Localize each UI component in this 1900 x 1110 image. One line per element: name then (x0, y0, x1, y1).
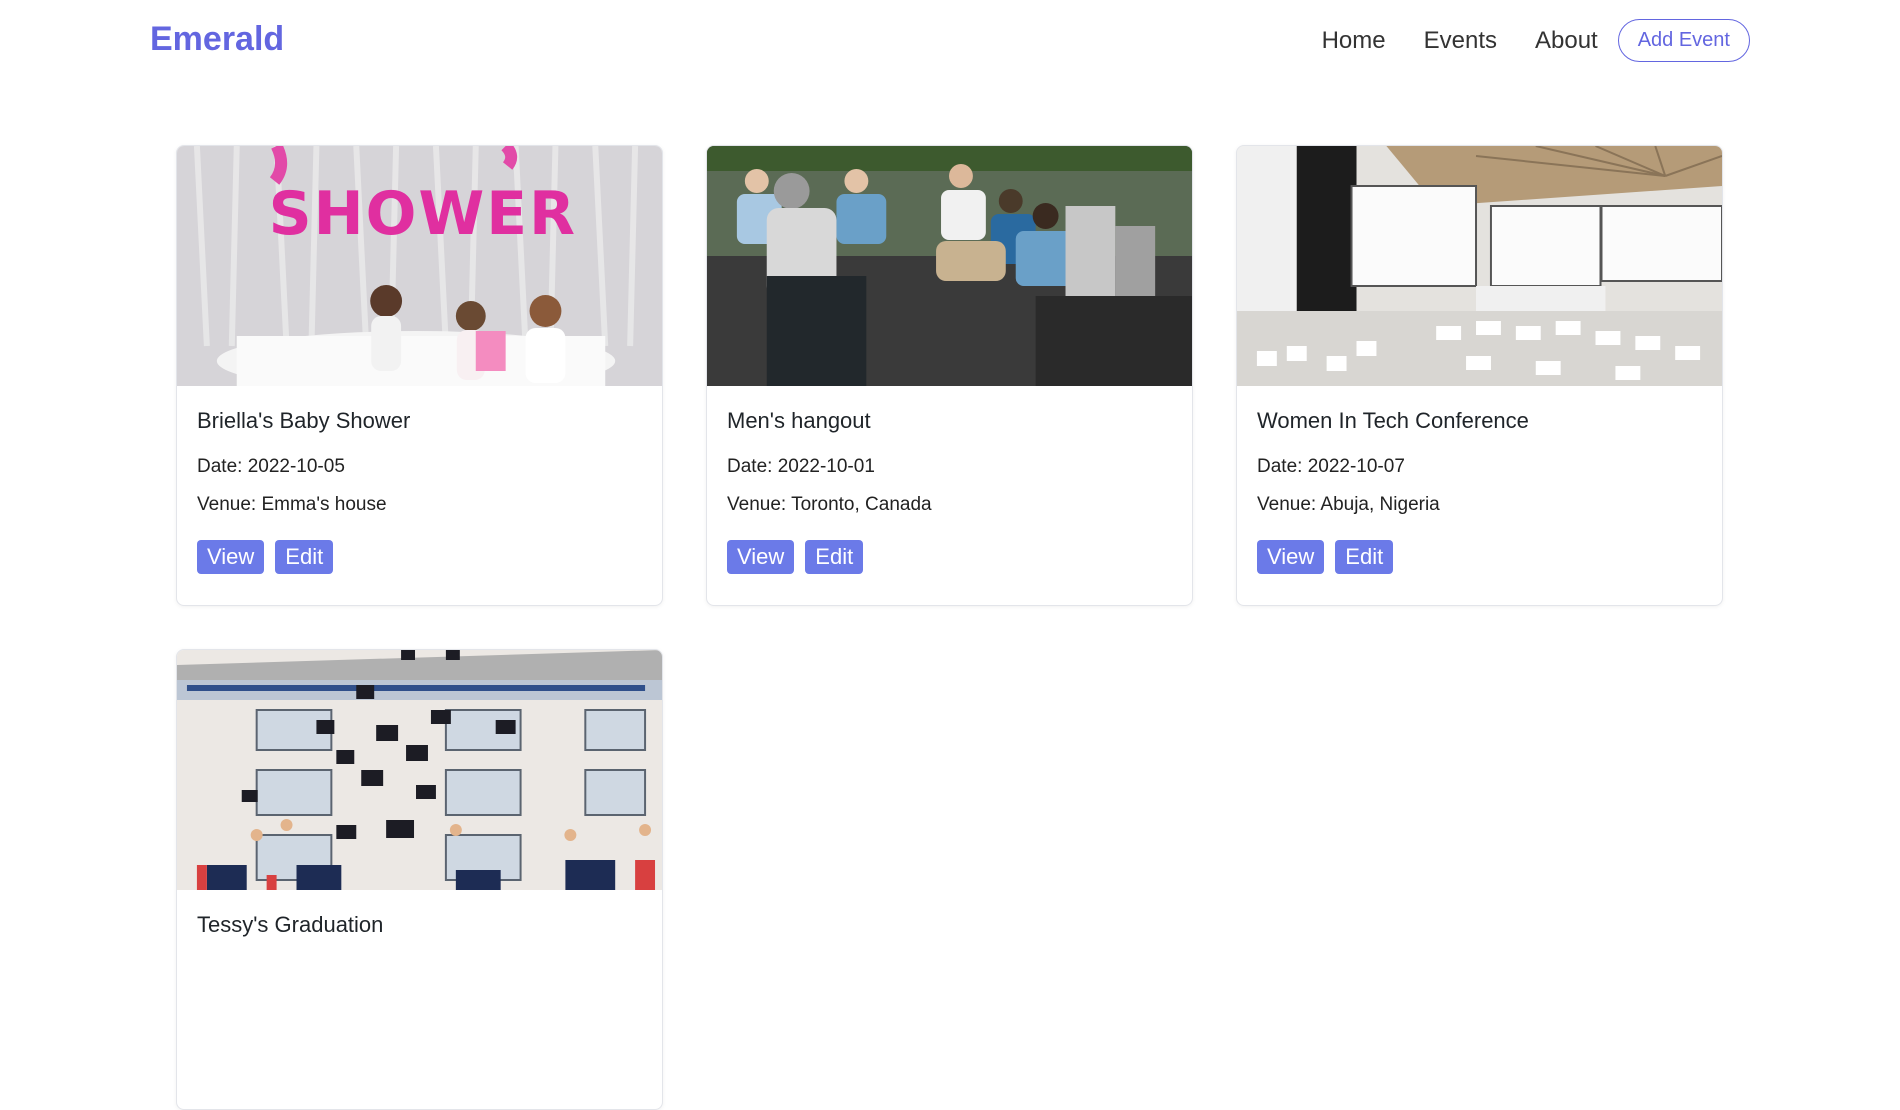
event-venue: Venue: Toronto, Canada (727, 494, 932, 515)
edit-button[interactable]: Edit (1335, 540, 1394, 574)
view-button[interactable]: View (1257, 540, 1325, 574)
event-card: Women In Tech Conference Date: 2022-10-0… (1236, 145, 1723, 606)
event-card: SHOWER Briella's Baby Shower Date: 2022-… (176, 145, 663, 606)
event-venue: Venue: Abuja, Nigeria (1257, 494, 1440, 515)
baby-shower-photo: SHOWER (177, 146, 662, 386)
event-date: Date: 2022-10-01 (727, 456, 875, 477)
add-event-button[interactable]: Add Event (1617, 19, 1750, 62)
event-card: Tessy's Graduation (176, 649, 663, 1110)
navbar: Emerald Home Events About Add Event (0, 0, 1900, 86)
nav-links: Home Events About Add Event (1322, 19, 1750, 62)
event-title: Briella's Baby Shower (197, 408, 411, 433)
graduation-photo (177, 650, 662, 890)
brand-logo[interactable]: Emerald (150, 20, 284, 59)
event-date: Date: 2022-10-07 (1257, 456, 1405, 477)
event-title: Tessy's Graduation (197, 912, 384, 937)
view-button[interactable]: View (197, 540, 265, 574)
nav-link-events[interactable]: Events (1424, 27, 1497, 55)
event-date: Date: 2022-10-05 (197, 456, 345, 477)
nav-link-home[interactable]: Home (1322, 27, 1386, 55)
conference-hall-photo (1237, 146, 1722, 386)
event-venue: Venue: Emma's house (197, 494, 387, 515)
nav-link-about[interactable]: About (1535, 27, 1598, 55)
edit-button[interactable]: Edit (805, 540, 864, 574)
event-title: Men's hangout (727, 408, 871, 433)
event-card: Men's hangout Date: 2022-10-01 Venue: To… (706, 145, 1193, 606)
hangout-photo (707, 146, 1192, 386)
events-grid: SHOWER Briella's Baby Shower Date: 2022-… (176, 145, 1724, 1110)
svg-text:SHOWER: SHOWER (269, 179, 577, 249)
event-title: Women In Tech Conference (1257, 408, 1529, 433)
edit-button[interactable]: Edit (275, 540, 334, 574)
view-button[interactable]: View (727, 540, 795, 574)
